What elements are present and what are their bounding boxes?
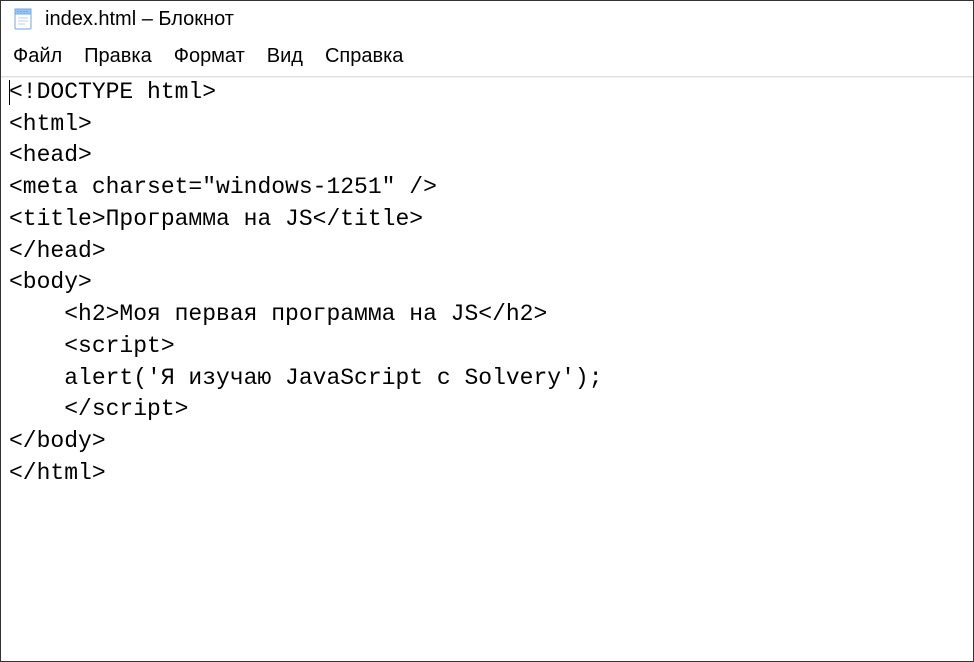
menu-view[interactable]: Вид <box>265 43 305 70</box>
editor-area[interactable]: <!DOCTYPE html> <html> <head> <meta char… <box>1 77 973 661</box>
notepad-window: index.html – Блокнот Файл Правка Формат … <box>0 0 974 662</box>
line: </head> <box>9 238 106 264</box>
title-bar: index.html – Блокнот <box>1 1 973 37</box>
line: <body> <box>9 269 92 295</box>
line: <html> <box>9 111 92 137</box>
menu-help[interactable]: Справка <box>323 43 405 70</box>
menu-format[interactable]: Формат <box>172 43 247 70</box>
line: </html> <box>9 460 106 486</box>
line: <head> <box>9 142 92 168</box>
line: <script> <box>9 333 175 359</box>
line: </script> <box>9 396 188 422</box>
line: <title>Программа на JS</title> <box>9 206 423 232</box>
line: </body> <box>9 428 106 454</box>
line: alert('Я изучаю JavaScript c Solvery'); <box>9 365 603 391</box>
menu-file[interactable]: Файл <box>11 43 64 70</box>
line: <!DOCTYPE html> <box>9 79 216 105</box>
menu-bar: Файл Правка Формат Вид Справка <box>1 37 973 77</box>
notepad-icon <box>11 7 35 31</box>
line: <h2>Моя первая программа на JS</h2> <box>9 301 547 327</box>
window-title: index.html – Блокнот <box>45 8 234 31</box>
line: <meta charset="windows-1251" /> <box>9 174 437 200</box>
menu-edit[interactable]: Правка <box>82 43 154 70</box>
